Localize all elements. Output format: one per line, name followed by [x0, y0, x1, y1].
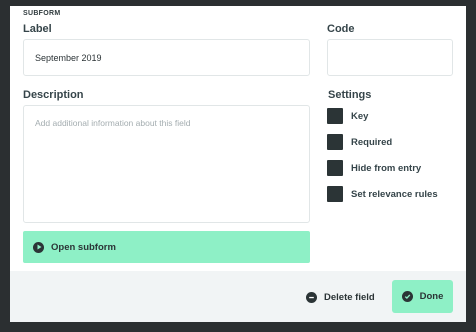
setting-hide-from-entry[interactable]: Hide from entry: [327, 160, 421, 176]
description-placeholder: Add additional information about this fi…: [35, 118, 191, 128]
description-textarea[interactable]: Add additional information about this fi…: [23, 105, 310, 223]
code-input[interactable]: [327, 39, 453, 76]
dialog-footer: Delete field Done: [10, 271, 466, 322]
open-subform-label: Open subform: [51, 241, 116, 253]
description-field-label: Description: [23, 89, 84, 101]
play-circle-icon: [33, 241, 44, 253]
delete-field-button[interactable]: Delete field: [306, 289, 375, 305]
setting-relevance-rules-label: Set relevance rules: [351, 188, 438, 200]
code-field-label: Code: [327, 23, 355, 35]
settings-title: Settings: [328, 89, 372, 101]
required-checkbox[interactable]: [327, 134, 343, 150]
setting-relevance-rules[interactable]: Set relevance rules: [327, 186, 438, 202]
relevance-rules-checkbox[interactable]: [327, 186, 343, 202]
minus-circle-icon: [306, 291, 317, 303]
done-label: Done: [419, 291, 444, 302]
setting-key[interactable]: Key: [327, 108, 368, 124]
check-circle-icon: [401, 291, 413, 302]
setting-hide-from-entry-label: Hide from entry: [351, 162, 422, 174]
label-input[interactable]: September 2019: [23, 39, 310, 76]
delete-field-label: Delete field: [324, 291, 375, 303]
subform-dialog: SUBFORM Label September 2019 Code Descri…: [10, 6, 466, 322]
hide-from-entry-checkbox[interactable]: [327, 160, 343, 176]
setting-required[interactable]: Required: [327, 134, 392, 150]
label-input-value: September 2019: [35, 53, 102, 63]
setting-key-label: Key: [351, 110, 369, 122]
setting-required-label: Required: [351, 136, 393, 148]
key-checkbox[interactable]: [327, 108, 343, 124]
label-field-label: Label: [23, 23, 52, 35]
open-subform-button[interactable]: Open subform: [23, 231, 310, 263]
section-title: SUBFORM: [23, 10, 61, 17]
done-button[interactable]: Done: [392, 280, 453, 313]
